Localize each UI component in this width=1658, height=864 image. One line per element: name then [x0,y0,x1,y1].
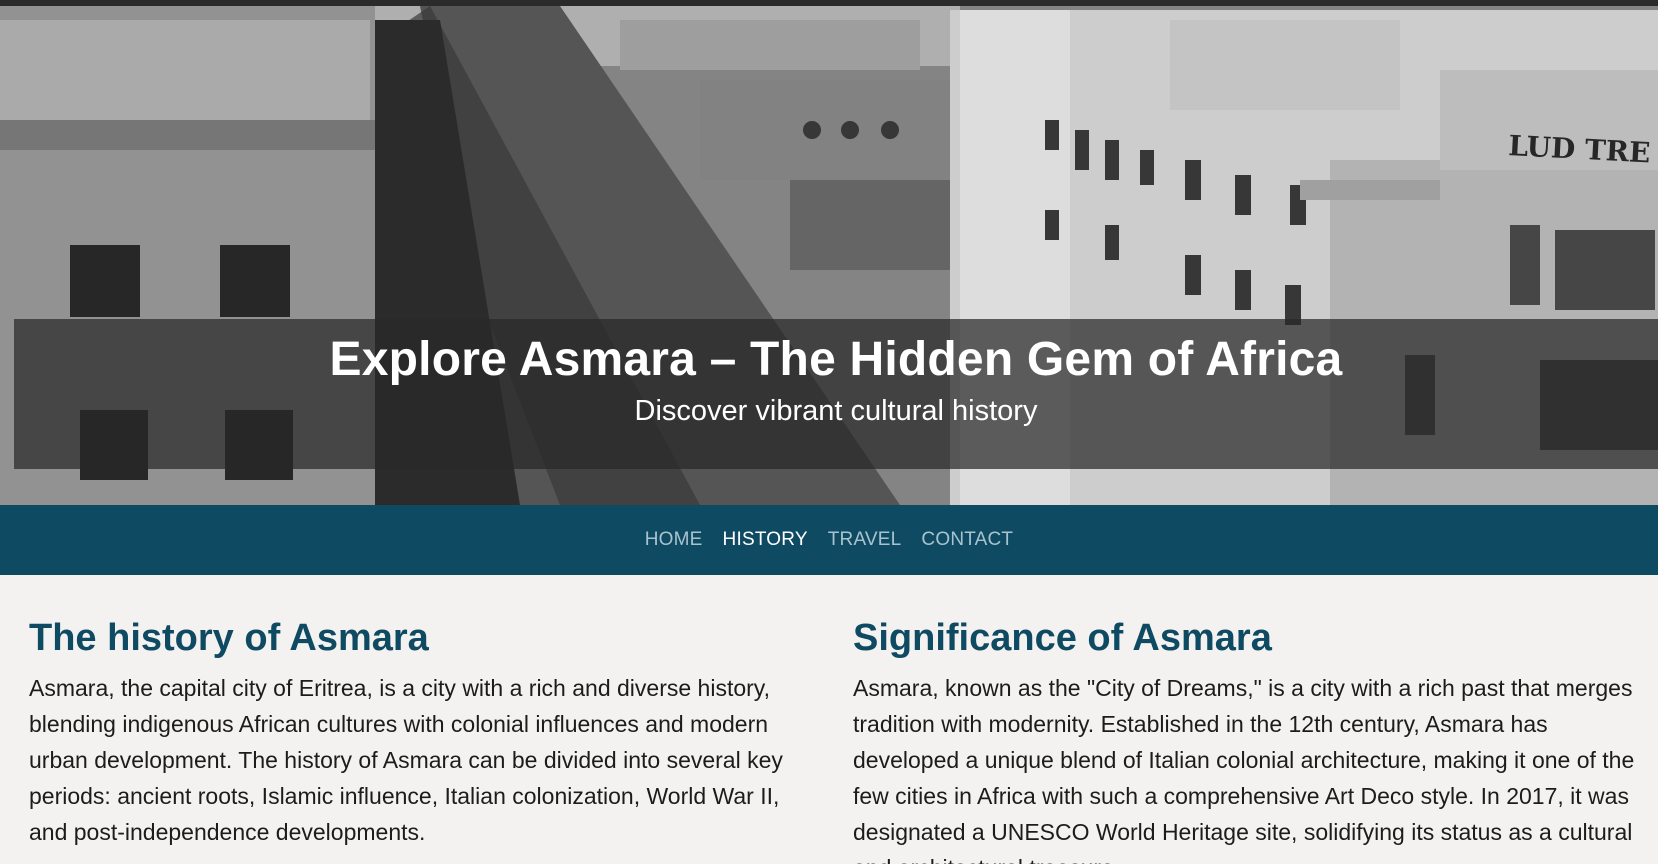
history-heading: The history of Asmara [29,617,429,659]
nav-link-history[interactable]: HISTORY [723,529,808,551]
history-body: Asmara, the capital city of Eritrea, is … [29,675,783,845]
main-navigation: HOME HISTORY TRAVEL CONTACT [0,505,1658,575]
main-content: The history of Asmara Asmara, the capita… [0,575,1658,864]
significance-body: Asmara, known as the "City of Dreams," i… [853,675,1635,864]
hero-banner: Explore Asmara – The Hidden Gem of Afric… [14,319,1658,469]
nav-link-contact[interactable]: CONTACT [921,529,1013,551]
nav-link-travel[interactable]: TRAVEL [828,529,902,551]
significance-heading: Significance of Asmara [853,617,1272,659]
history-section: The history of Asmara Asmara, the capita… [29,575,819,864]
hero-section: LUD TRE Explore Asmara – The Hidden Gem … [0,0,1658,505]
nav-link-home[interactable]: HOME [645,529,703,551]
top-border-bar [0,0,1658,6]
hero-subtitle: Discover vibrant cultural history [634,395,1038,427]
hero-title: Explore Asmara – The Hidden Gem of Afric… [329,333,1343,386]
significance-section: Significance of Asmara Asmara, known as … [853,575,1653,864]
